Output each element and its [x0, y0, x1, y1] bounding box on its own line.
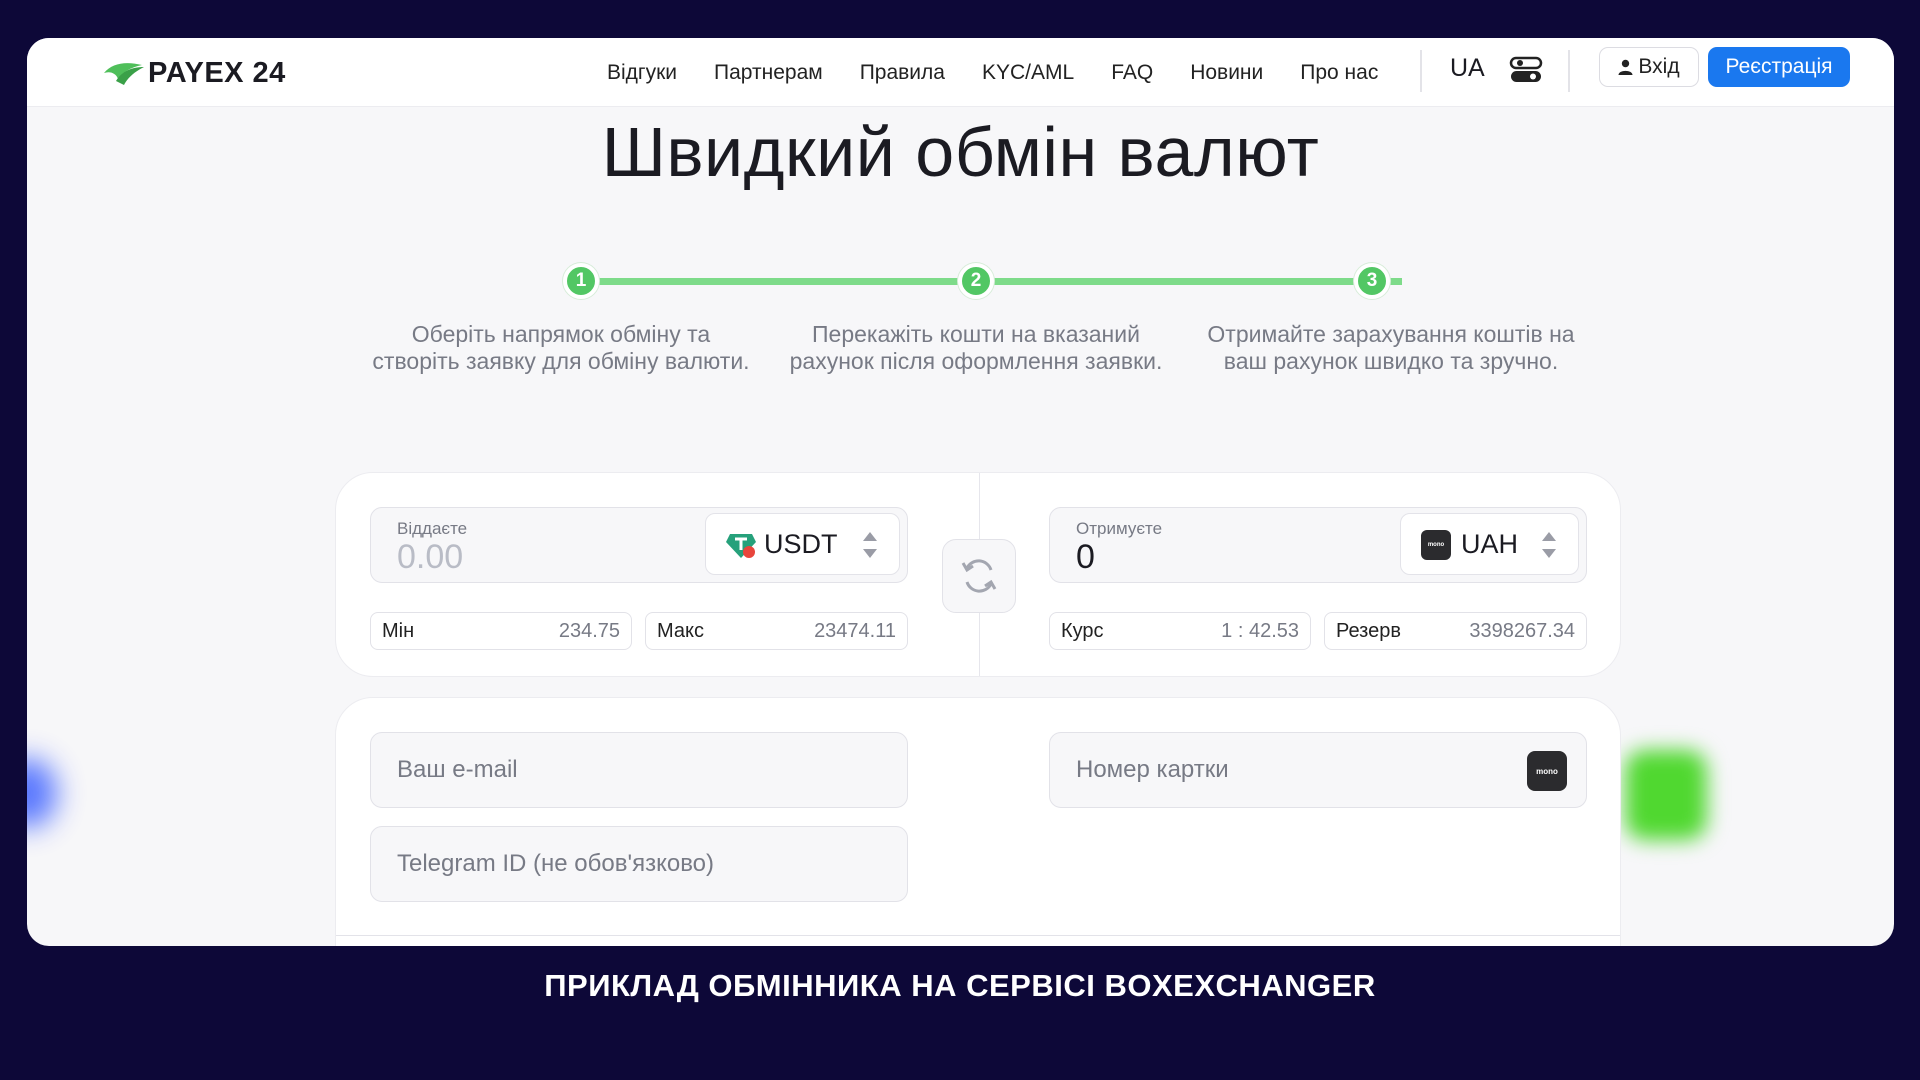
login-button[interactable]: Вхід — [1599, 47, 1699, 87]
main-nav: Відгуки Партнерам Правила KYC/AML FAQ Но… — [607, 38, 1415, 107]
page-title: Швидкий обмін валют — [601, 113, 1320, 191]
card-number-placeholder: Номер картки — [1076, 756, 1229, 783]
give-currency-label: USDT — [764, 529, 838, 559]
reserve-box: Резерв 3398267.34 — [1324, 612, 1587, 650]
give-amount-input[interactable]: 0.00 — [397, 538, 463, 577]
card-number-input[interactable]: Номер картки mono — [1049, 732, 1587, 808]
step-3-badge: 3 — [1354, 263, 1390, 299]
decor-glow-blue — [27, 758, 57, 828]
decor-glow-green — [1625, 750, 1707, 840]
logo-text: PAYEX 24 — [148, 56, 286, 89]
give-amount-field[interactable]: Віддаєте 0.00 USDT — [370, 507, 908, 583]
receive-amount-field[interactable]: Отримуєте 0 mono UAH — [1049, 507, 1587, 583]
rate-box: Курс 1 : 42.53 — [1049, 612, 1311, 650]
receive-amount-value: 0 — [1076, 538, 1095, 576]
image-caption: ПРИКЛАД ОБМІННИКА НА СЕРВІСІ BOXEXCHANGE… — [544, 968, 1376, 1003]
contact-form-card: Ваш e-mail Telegram ID (не обов'язково) … — [335, 697, 1621, 946]
nav-reviews[interactable]: Відгуки — [607, 61, 677, 85]
monobank-icon: mono — [1421, 530, 1451, 560]
step-2-text: Перекажіть кошти на вказаний рахунок піс… — [789, 321, 1163, 374]
reserve-value: 3398267.34 — [1469, 619, 1575, 642]
form-divider — [336, 935, 1620, 936]
nav-faq[interactable]: FAQ — [1111, 61, 1153, 85]
rate-value: 1 : 42.53 — [1221, 619, 1299, 642]
login-label: Вхід — [1638, 55, 1680, 78]
user-icon — [1618, 59, 1633, 75]
step-2-badge: 2 — [958, 263, 994, 299]
nav-about[interactable]: Про нас — [1300, 61, 1378, 85]
register-button[interactable]: Реєстрація — [1708, 47, 1850, 87]
monobank-card-icon: mono — [1527, 751, 1567, 791]
site-header: PAYEX 24 Відгуки Партнерам Правила KYC/A… — [27, 38, 1894, 107]
give-currency-select[interactable]: USDT — [705, 513, 900, 575]
browser-window: PAYEX 24 Відгуки Партнерам Правила KYC/A… — [27, 38, 1894, 946]
max-amount-box: Макс 23474.11 — [645, 612, 908, 650]
give-label: Віддаєте — [397, 519, 468, 538]
receive-currency-label: UAH — [1461, 529, 1519, 559]
tether-icon — [726, 534, 756, 558]
receive-label: Отримуєте — [1076, 519, 1163, 538]
email-input[interactable]: Ваш e-mail — [370, 732, 908, 808]
reserve-label: Резерв — [1336, 619, 1401, 642]
max-value: 23474.11 — [814, 619, 896, 642]
receive-currency-select[interactable]: mono UAH — [1400, 513, 1579, 575]
nav-kyc-aml[interactable]: KYC/AML — [982, 61, 1074, 85]
language-switch[interactable]: UA — [1450, 54, 1485, 83]
min-value: 234.75 — [558, 619, 620, 642]
logo-leaf-icon — [104, 63, 144, 85]
telegram-id-input[interactable]: Telegram ID (не обов'язково) — [370, 826, 908, 902]
nav-news[interactable]: Новини — [1190, 61, 1263, 85]
max-label: Макс — [657, 619, 704, 642]
theme-toggle-icon[interactable] — [1509, 56, 1543, 84]
select-arrows-icon — [1542, 532, 1556, 558]
rate-label: Курс — [1061, 619, 1104, 642]
swap-button[interactable] — [942, 539, 1016, 613]
nav-divider — [1420, 50, 1422, 92]
nav-divider — [1568, 50, 1570, 92]
swap-arrows-icon — [961, 559, 997, 593]
step-1-text: Оберіть напрямок обміну та створіть заяв… — [372, 321, 750, 374]
select-arrows-icon — [863, 532, 877, 558]
nav-partners[interactable]: Партнерам — [714, 61, 823, 85]
step-3-text: Отримайте зарахування коштів на ваш раху… — [1207, 321, 1575, 374]
min-label: Мін — [382, 619, 415, 642]
logo[interactable]: PAYEX 24 — [102, 53, 286, 93]
exchange-card: Віддаєте 0.00 USDT Мін 234.75 Макс 23474… — [335, 472, 1621, 677]
min-amount-box: Мін 234.75 — [370, 612, 632, 650]
step-1-badge: 1 — [563, 263, 599, 299]
nav-rules[interactable]: Правила — [860, 61, 945, 85]
